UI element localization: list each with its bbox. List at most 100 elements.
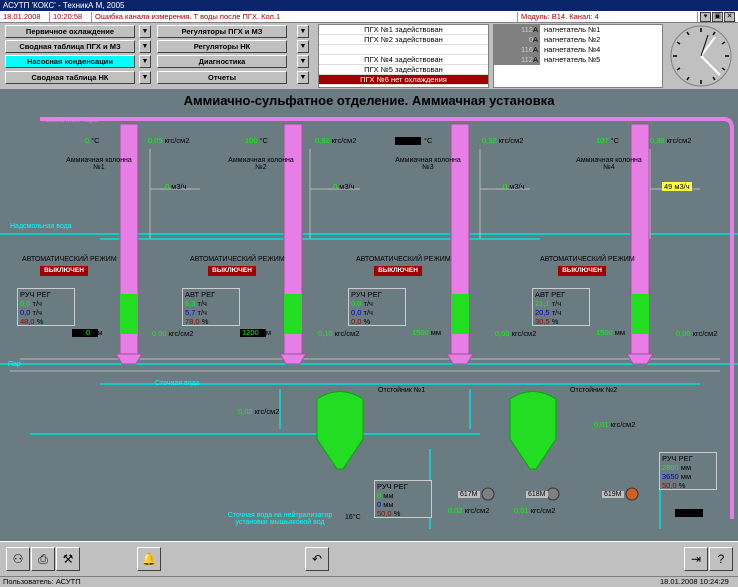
message-item: ПГХ №2 задействован — [319, 35, 488, 45]
nav-arrow[interactable]: ▼ — [139, 55, 151, 68]
nav-pump-station[interactable]: Насосная конденсации — [5, 55, 135, 68]
col2-flow: 0 м3/ч — [333, 182, 355, 191]
nav-arrow[interactable]: ▼ — [297, 25, 309, 38]
status-time: 10:20:58 — [50, 12, 92, 22]
col4-flow: 49 м3/ч — [662, 182, 692, 191]
col1-name: Аммиачная колонна №1 — [66, 157, 132, 171]
steam-label: Пар — [8, 361, 21, 368]
footer-user: Пользователь: АСУТП — [3, 577, 81, 586]
nav-pgh-table[interactable]: Сводная таблица ПГХ и МЗ — [5, 40, 135, 53]
fans-panel: 112А нагнетатель №1 0А нагнетатель №2 116А… — [493, 24, 663, 88]
auto-mode-off-button[interactable]: ВЫКЛЮЧЕН — [558, 266, 606, 276]
message-item: ПГХ №1 задействован — [319, 25, 488, 35]
status-bar: 18.01.2008 10:20:58 Ошибка канала измере… — [0, 11, 738, 23]
nav-primary-cooling[interactable]: Первичное охлаждение — [5, 25, 135, 38]
col4-press: 0,30 кгс/см2 — [650, 136, 692, 145]
ammonia-vapors-label: Аммиачные пары — [42, 117, 99, 124]
col1-bottom-press: 0,00 кгс/см2 — [152, 329, 194, 338]
nav-arrow[interactable]: ▼ — [139, 25, 151, 38]
clock-icon — [670, 25, 732, 87]
col2-regulator[interactable]: АВТ РЕГ 6,3 т/ч 5,7 т/ч 78,0 % — [182, 288, 240, 326]
waste-water-label: Сточная вода — [155, 380, 200, 387]
waste-note-label: Сточная вода на нейтрализатор установки … — [227, 512, 333, 526]
pump-618-label: 618М — [526, 491, 548, 498]
col4-bottom-press: 0,00 кгс/см2 — [676, 329, 718, 338]
nav-arrow[interactable]: ▼ — [297, 55, 309, 68]
print-button[interactable]: ⎙ — [31, 547, 55, 571]
col3-name: Аммиачная колонна №3 — [395, 157, 461, 171]
bottom-regulator[interactable]: РУЧ РЕГ 0 мм 0 мм 50,0 % — [374, 480, 432, 518]
exit-button[interactable]: ⇥ — [684, 547, 708, 571]
settler1-name: Отстойник №1 — [378, 387, 426, 394]
users-button[interactable]: ⚇ — [6, 547, 30, 571]
restore-button[interactable]: ▣ — [712, 12, 723, 22]
nav-nk-regulators[interactable]: Регуляторы НК — [157, 40, 287, 53]
col4-level: 1500 мм — [596, 328, 625, 337]
window-title: АСУТП 'КОКС' - ТехникА М, 2005 — [0, 0, 738, 11]
footer-datetime: 18.01.2008 10:24:29 — [660, 577, 729, 586]
nav-arrow[interactable]: ▼ — [297, 71, 309, 84]
col4-temp: 107 °С — [596, 136, 619, 145]
col3-flow: 0 м3/ч — [503, 182, 525, 191]
tar-water-label: Надсмольная вода — [10, 223, 72, 230]
fan-row: 112А нагнетатель №1 — [494, 25, 662, 35]
col3-press: 0,32 кгс/см2 — [482, 136, 524, 145]
nav-reports[interactable]: Отчеты — [157, 71, 287, 84]
auto-mode-off-button[interactable]: ВЫКЛЮЧЕН — [208, 266, 256, 276]
bottom-value-box — [675, 509, 703, 517]
bottom-temp-label: 16°С — [345, 514, 361, 521]
minimize-button[interactable]: ▾ — [700, 12, 711, 22]
bottom-toolbar: ⚇ ⎙ ⚒ 🔔 ↶ ⇥ ? — [0, 541, 738, 576]
auto-mode-off-button[interactable]: ВЫКЛЮЧЕН — [40, 266, 88, 276]
message-item — [319, 45, 488, 55]
nav-pgh-regulators[interactable]: Регуляторы ПГХ и МЗ — [157, 25, 287, 38]
auto-mode-off-button[interactable]: ВЫКЛЮЧЕН — [374, 266, 422, 276]
col3-bottom-press: 0,00 кгс/см2 — [495, 329, 537, 338]
message-item: ПГХ №4 задействован — [319, 55, 488, 65]
pump-617-label: 617М — [458, 491, 480, 498]
col2-press: 0,32 кгс/см2 — [315, 136, 357, 145]
scheme-title: Аммиачно-сульфатное отделение. Аммиачная… — [183, 93, 555, 108]
status-module: Модуль: В14. Канал: 4 — [518, 12, 698, 22]
status-date: 18.01.2008 — [0, 12, 50, 22]
fan-row: 112А нагнетатель №5 — [494, 55, 662, 65]
nav-arrow[interactable]: ▼ — [139, 71, 151, 84]
alarm-bell-button[interactable]: 🔔 — [137, 547, 161, 571]
messages-panel: ПГХ №1 задействован ПГХ №2 задействован … — [318, 24, 489, 88]
col2-temp: 100 °С — [245, 136, 268, 145]
pump-619-label: 619М — [602, 491, 624, 498]
col3-temp: °С — [424, 136, 433, 145]
col3-level: 1500 мм — [412, 328, 441, 337]
fan-row: 116А нагнетатель №4 — [494, 45, 662, 55]
pump-618-press: 0,01 кгс/см2 — [514, 506, 556, 515]
message-item: ПГХ №5 задействован — [319, 65, 488, 75]
col1-regulator[interactable]: РУЧ РЕГ 0,0 т/ч 0,0 т/ч 48,0 % — [17, 288, 75, 326]
pump-617-press: 0,02 кгс/см2 — [448, 506, 490, 515]
tools-button[interactable]: ⚒ — [56, 547, 80, 571]
back-button[interactable]: ↶ — [305, 547, 329, 571]
col1-level: 0 мм — [86, 328, 103, 337]
footer-bar: Пользователь: АСУТП 18.01.2008 10:24:29 — [0, 576, 738, 587]
close-button[interactable]: ✕ — [724, 12, 735, 22]
col2-name: Аммиачная колонна №2 — [228, 157, 294, 171]
help-button[interactable]: ? — [709, 547, 733, 571]
nav-arrow[interactable]: ▼ — [297, 40, 309, 53]
nav-nk-table[interactable]: Сводная таблица НК — [5, 71, 135, 84]
status-error: Ошибка канала измерения. Т воды после ПГ… — [92, 12, 518, 22]
col4-regulator[interactable]: АВТ РЕГ 21,1 т/ч 20,5 т/ч 30,5 % — [532, 288, 590, 326]
message-alarm: ПГХ №6 нет охлаждения — [319, 75, 488, 85]
settler1-press: 0,02 кгс/см2 — [238, 407, 280, 416]
nav-diagnostics[interactable]: Диагностика — [157, 55, 287, 68]
right-regulator[interactable]: РУЧ РЕГ 2800 мм 3650 мм 50,0 % — [659, 452, 717, 490]
col3-temp-box — [395, 137, 421, 145]
col1-press: 0,05 кгс/см2 — [148, 136, 190, 145]
auto-mode-label: АВТОМАТИЧЕСКИЙ РЕЖИМ — [356, 256, 451, 263]
col2-bottom-press: 0,10 кгс/см2 — [318, 329, 360, 338]
nav-arrow[interactable]: ▼ — [139, 40, 151, 53]
col3-regulator[interactable]: РУЧ РЕГ 0,0 т/ч 0,0 т/ч 0,0 % — [348, 288, 406, 326]
col4-name: Аммиачная колонна №4 — [576, 157, 642, 171]
settler2-name: Отстойник №2 — [570, 387, 618, 394]
col1-flow: 0 м3/ч — [165, 182, 187, 191]
auto-mode-label: АВТОМАТИЧЕСКИЙ РЕЖИМ — [540, 256, 635, 263]
auto-mode-label: АВТОМАТИЧЕСКИЙ РЕЖИМ — [190, 256, 285, 263]
